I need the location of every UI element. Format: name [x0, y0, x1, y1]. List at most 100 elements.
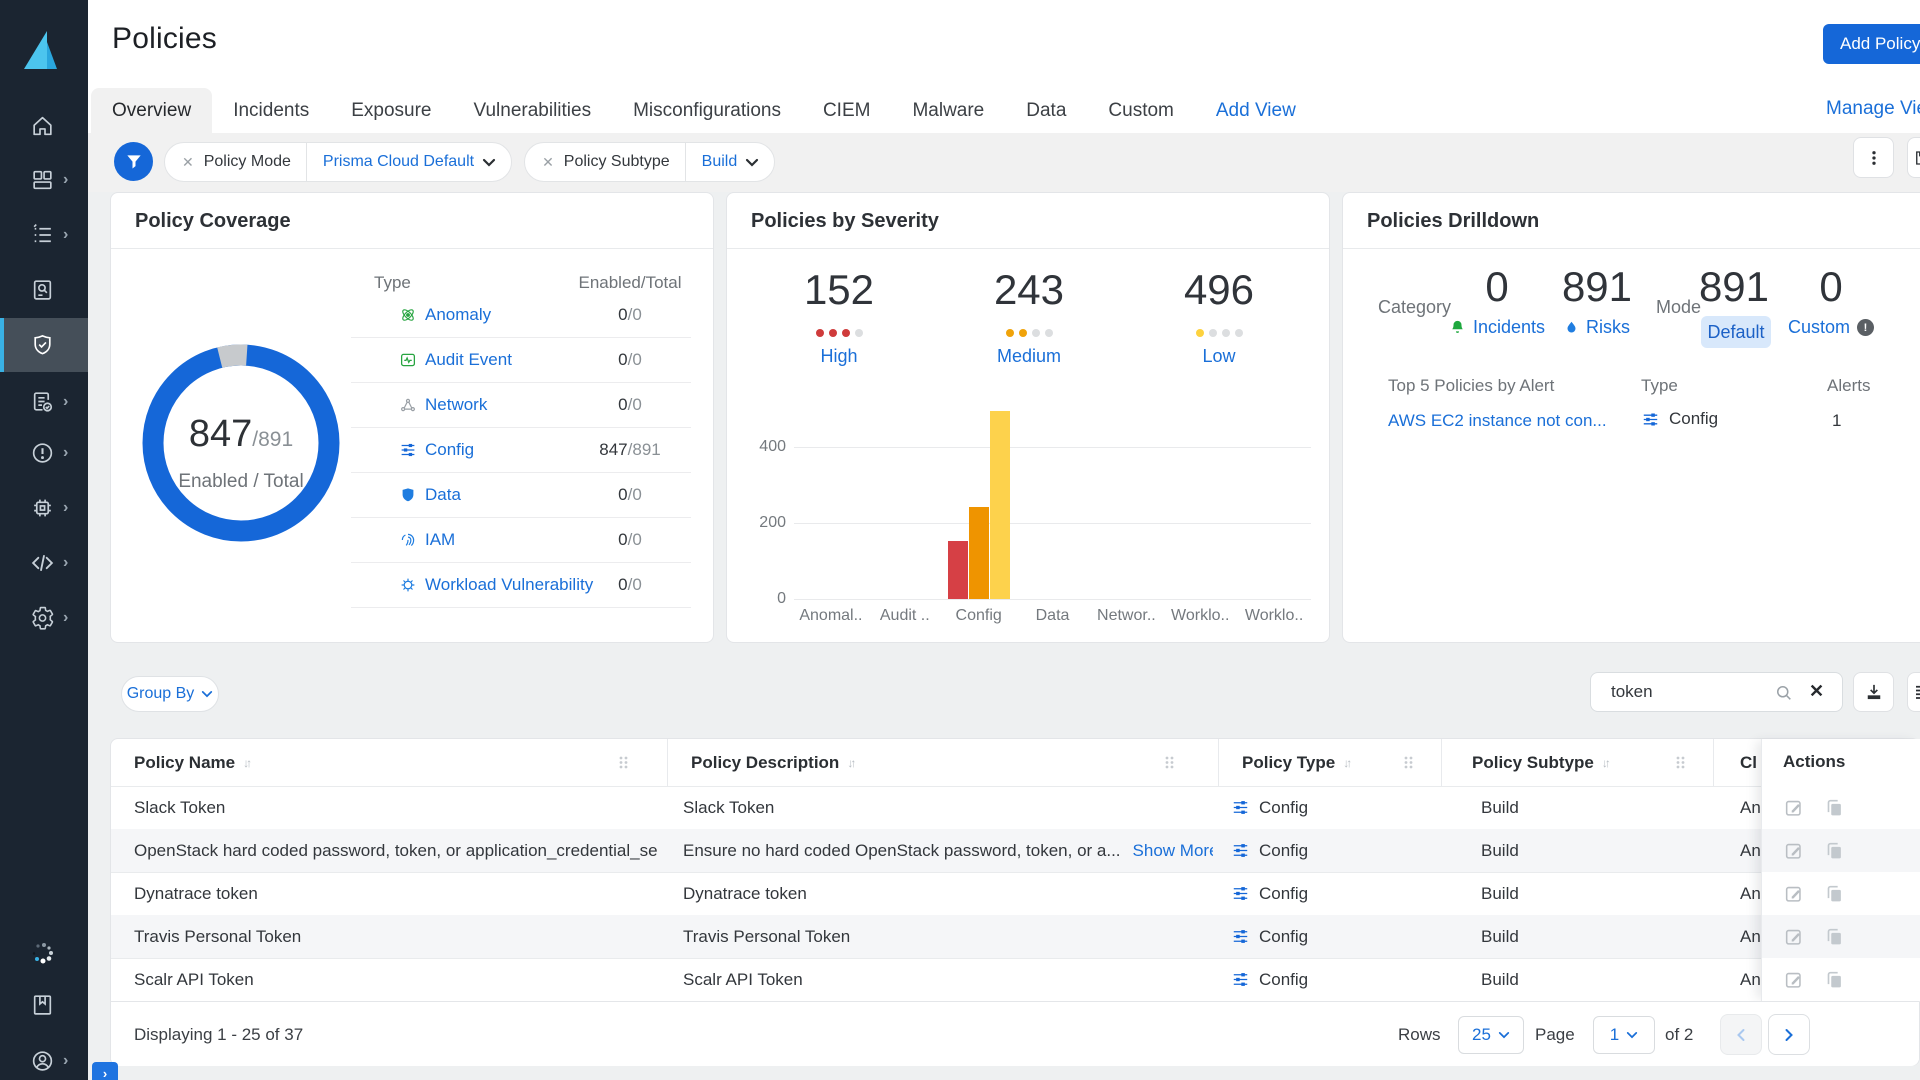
- tab-misconfigurations[interactable]: Misconfigurations: [612, 88, 802, 133]
- column-header-policy-type[interactable]: Policy Type↓↑: [1219, 739, 1442, 786]
- chevron-left-icon: [1735, 1028, 1747, 1042]
- sidebar-item-profile[interactable]: ›: [0, 1034, 88, 1080]
- filter-more-options-button[interactable]: [1853, 137, 1894, 178]
- high-link[interactable]: High: [749, 346, 929, 367]
- tab-exposure[interactable]: Exposure: [330, 88, 452, 133]
- coverage-type-link[interactable]: Audit Event: [425, 350, 512, 370]
- risks-count: 891: [1547, 263, 1647, 311]
- edit-icon[interactable]: [1783, 969, 1805, 991]
- config-icon: [1231, 884, 1250, 903]
- cell-policy-description: Scalr API Token: [683, 958, 1213, 1001]
- tab-data[interactable]: Data: [1005, 88, 1087, 133]
- expand-sidebar-button[interactable]: ›: [92, 1062, 118, 1080]
- tab-custom[interactable]: Custom: [1087, 88, 1194, 133]
- download-button[interactable]: [1853, 672, 1894, 712]
- clone-icon[interactable]: [1823, 840, 1845, 862]
- sort-icon[interactable]: ↓↑: [1343, 756, 1349, 770]
- edit-icon[interactable]: [1783, 926, 1805, 948]
- drag-handle-icon[interactable]: [1164, 755, 1175, 770]
- tab-overview[interactable]: Overview: [91, 88, 212, 133]
- filter-chip-label: Policy Mode: [204, 153, 306, 171]
- filter-chip-policy-mode[interactable]: ✕ Policy Mode Prisma Cloud Default: [164, 142, 512, 182]
- sidebar-item-alerts[interactable]: ›: [0, 426, 88, 480]
- clone-icon[interactable]: [1823, 883, 1845, 905]
- sidebar: › › › › › › ›: [0, 0, 88, 1080]
- column-header-policy-description[interactable]: Policy Description↓↑: [668, 739, 1219, 786]
- top-policy-link[interactable]: AWS EC2 instance not con...: [1388, 411, 1607, 431]
- sort-icon[interactable]: ↓↑: [1602, 756, 1608, 770]
- add-view-button[interactable]: Add View: [1195, 88, 1317, 133]
- coverage-type-link[interactable]: Anomaly: [425, 305, 491, 325]
- page-select[interactable]: 1: [1593, 1016, 1655, 1054]
- column-header-policy-name[interactable]: Policy Name↓↑: [111, 739, 668, 786]
- search-input[interactable]: token ✕: [1590, 672, 1843, 712]
- low-link[interactable]: Low: [1129, 346, 1309, 367]
- coverage-type-link[interactable]: Network: [425, 395, 487, 415]
- coverage-type-link[interactable]: Workload Vulnerability: [425, 575, 593, 595]
- save-filter-button[interactable]: [1907, 137, 1920, 178]
- coverage-type-link[interactable]: Config: [425, 440, 474, 460]
- risks-link[interactable]: Risks: [1537, 317, 1657, 338]
- tab-malware[interactable]: Malware: [891, 88, 1005, 133]
- sidebar-item-compliance[interactable]: ›: [0, 375, 88, 429]
- filter-button[interactable]: [114, 142, 153, 181]
- medium-link[interactable]: Medium: [939, 346, 1119, 367]
- tab-vulnerabilities[interactable]: Vulnerabilities: [453, 88, 613, 133]
- table-row[interactable]: Slack TokenSlack TokenConfigBuildAn: [111, 786, 1761, 829]
- cell-policy-type: Config: [1231, 958, 1431, 1001]
- sidebar-item-application-security[interactable]: ›: [0, 536, 88, 590]
- sidebar-item-settings[interactable]: ›: [0, 591, 88, 645]
- column-header-policy-subtype[interactable]: Policy Subtype↓↑: [1442, 739, 1714, 786]
- manage-views-link[interactable]: Manage Vie: [1826, 98, 1920, 120]
- sidebar-item-inventory[interactable]: ›: [0, 153, 88, 207]
- filter-chip-policy-subtype[interactable]: ✕ Policy Subtype Build: [524, 142, 775, 182]
- config-icon: [1231, 970, 1250, 989]
- clone-icon[interactable]: [1823, 797, 1845, 819]
- sidebar-item-policies[interactable]: ›: [0, 208, 88, 262]
- actions-cell: [1762, 872, 1920, 915]
- filter-chip-value[interactable]: Prisma Cloud Default: [307, 153, 482, 171]
- actions-cell: [1762, 786, 1920, 829]
- column-header-cloud[interactable]: Cl: [1714, 739, 1761, 786]
- edit-icon[interactable]: [1783, 883, 1805, 905]
- remove-filter-icon[interactable]: ✕: [525, 154, 564, 171]
- sort-icon[interactable]: ↓↑: [847, 756, 853, 770]
- sidebar-item-compute[interactable]: ›: [0, 481, 88, 535]
- clone-icon[interactable]: [1823, 969, 1845, 991]
- document-check-icon: [30, 390, 55, 415]
- column-settings-button[interactable]: [1907, 672, 1920, 712]
- custom-link[interactable]: Custom !: [1761, 317, 1901, 338]
- previous-page-button[interactable]: [1720, 1014, 1762, 1055]
- add-policy-button[interactable]: Add Policy: [1823, 24, 1920, 64]
- tab-incidents[interactable]: Incidents: [212, 88, 330, 133]
- incidents-count: 0: [1447, 263, 1547, 311]
- sidebar-item-home[interactable]: [0, 99, 88, 153]
- filter-chip-value[interactable]: Build: [686, 153, 746, 171]
- drag-handle-icon[interactable]: [618, 755, 629, 770]
- sidebar-item-search[interactable]: [0, 263, 88, 317]
- show-more-link[interactable]: Show More: [1133, 841, 1213, 861]
- card-title: Policies Drilldown: [1367, 210, 1539, 233]
- next-page-button[interactable]: [1768, 1014, 1810, 1055]
- edit-icon[interactable]: [1783, 797, 1805, 819]
- coverage-type-link[interactable]: Data: [425, 485, 461, 505]
- table-row[interactable]: Scalr API TokenScalr API TokenConfigBuil…: [111, 958, 1761, 1001]
- sidebar-item-governance[interactable]: [0, 318, 88, 372]
- drag-handle-icon[interactable]: [1403, 755, 1414, 770]
- rows-per-page-select[interactable]: 25: [1458, 1016, 1524, 1054]
- edit-icon[interactable]: [1783, 840, 1805, 862]
- coverage-type-link[interactable]: IAM: [425, 530, 455, 550]
- tab-ciem[interactable]: CIEM: [802, 88, 892, 133]
- remove-filter-icon[interactable]: ✕: [165, 154, 204, 171]
- clear-search-icon[interactable]: ✕: [1809, 681, 1824, 702]
- table-row[interactable]: Dynatrace tokenDynatrace tokenConfigBuil…: [111, 872, 1761, 915]
- drag-handle-icon[interactable]: [1675, 755, 1686, 770]
- table-row[interactable]: OpenStack hard coded password, token, or…: [111, 829, 1761, 872]
- actions-cell: [1762, 915, 1920, 958]
- table-row[interactable]: Travis Personal TokenTravis Personal Tok…: [111, 915, 1761, 958]
- sidebar-item-tutorials[interactable]: [0, 978, 88, 1032]
- sort-icon[interactable]: ↓↑: [243, 756, 249, 770]
- clone-icon[interactable]: [1823, 926, 1845, 948]
- rows-label: Rows: [1398, 1025, 1441, 1045]
- group-by-button[interactable]: Group By: [121, 676, 219, 712]
